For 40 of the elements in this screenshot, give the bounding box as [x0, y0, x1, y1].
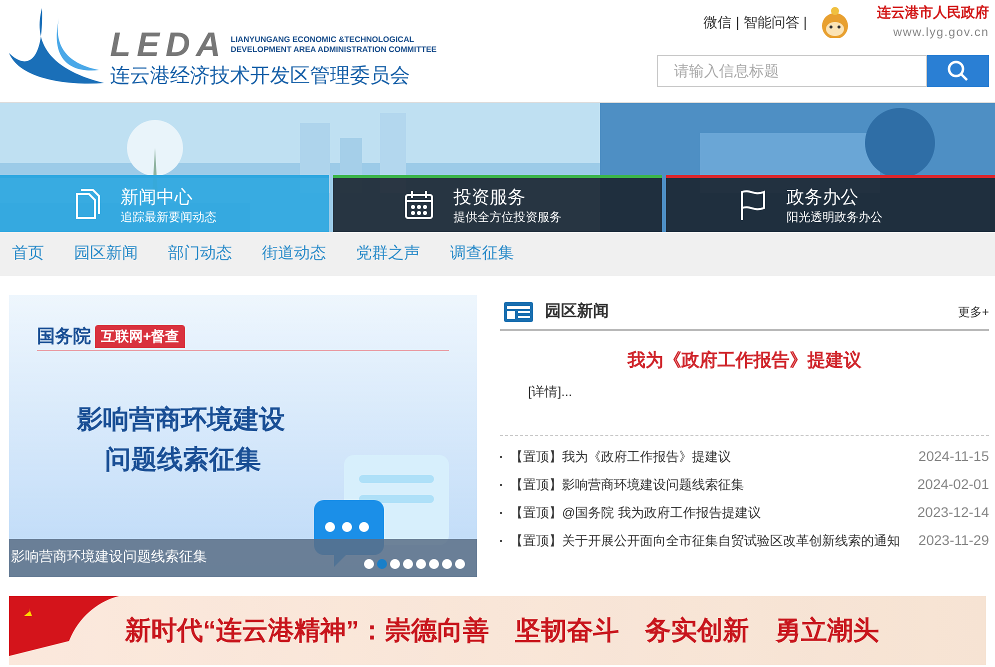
news-date: 2023-12-14	[916, 504, 989, 520]
slide-headline: 问题线索征集	[105, 443, 261, 476]
tile-subtitle: 阳光透明政务办公	[786, 209, 884, 225]
logo-english-line: LIANYUNGANG ECONOMIC &TECHNOLOGICAL	[230, 35, 416, 45]
logo-chinese-name: 连云港经济技术开发区管理委员会	[110, 64, 411, 89]
logo-wordmark: LEDA	[110, 30, 227, 60]
header-link[interactable]: 微信	[704, 12, 732, 32]
category-tile[interactable]: 政务办公 阳光透明政务办公	[666, 175, 995, 232]
newspaper-icon	[503, 301, 534, 323]
slide-headline: 影响营商环境建设	[77, 403, 285, 436]
tile-title: 政务办公	[786, 186, 860, 209]
news-date: 2024-11-15	[917, 448, 989, 464]
government-url[interactable]: www.lyg.gov.cn	[893, 23, 989, 41]
featured-headline[interactable]: 我为《政府工作报告》提建议	[500, 347, 989, 374]
link-separator: |	[736, 12, 740, 32]
header-link[interactable]: 智能问答	[743, 12, 800, 32]
link-separator: |	[803, 12, 807, 32]
category-tile[interactable]: 投资服务 提供全方位投资服务	[333, 175, 662, 232]
government-name[interactable]: 连云港市人民政府	[877, 2, 989, 23]
slide-tag: 国务院	[37, 323, 91, 350]
news-item[interactable]: 【置顶】关于开展公开面向全市征集自贸试验区改革创新线索的通知	[510, 532, 907, 548]
news-item[interactable]: 【置顶】影响营商环境建设问题线索征集	[510, 476, 907, 492]
details-link[interactable]: [详情]...	[528, 382, 989, 402]
news-item[interactable]: 【置顶】我为《政府工作报告》提建议	[510, 448, 907, 464]
slide-caption: 影响营商环境建设问题线索征集	[11, 547, 207, 566]
more-link[interactable]: 更多+	[958, 303, 989, 321]
slide-tag: 互联网+督查	[95, 325, 186, 348]
tile-title: 新闻中心	[120, 186, 194, 209]
news-date: 2023-11-29	[917, 532, 989, 548]
news-item[interactable]: 【置顶】@国务院 我为政府工作报告提建议	[510, 504, 907, 520]
search-field[interactable]: 请输入信息标题	[657, 55, 927, 87]
search-button[interactable]	[927, 55, 989, 87]
slogan-banner-text: 新时代“连云港精神”：崇德向善 坚韧奋斗 务实创新 勇立潮头	[125, 614, 879, 647]
section-title: 园区新闻	[545, 301, 609, 322]
search-icon	[947, 60, 969, 82]
news-date: 2024-02-01	[916, 476, 989, 492]
tile-subtitle: 追踪最新要闻动态	[120, 209, 218, 225]
tile-title: 投资服务	[454, 186, 526, 209]
logo-english-line: DEVELOPMENT AREA ADMINISTRATION COMMITTEE	[230, 45, 437, 55]
tile-subtitle: 提供全方位投资服务	[454, 209, 562, 225]
